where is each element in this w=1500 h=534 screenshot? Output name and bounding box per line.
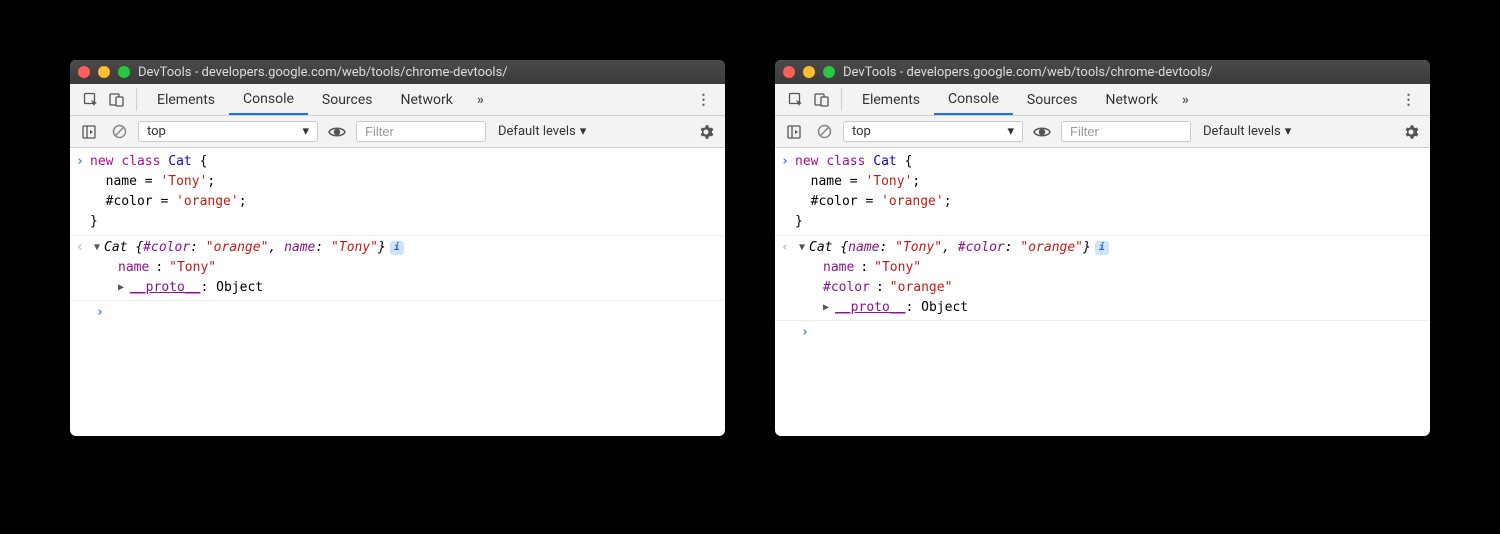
console-output-row: Cat {name: "Tony", #color: "orange"} i n… xyxy=(775,238,1430,319)
object-property[interactable]: #color: "orange" xyxy=(823,278,1420,298)
separator xyxy=(70,300,725,301)
object-proto[interactable]: __proto__: Object xyxy=(823,298,1420,318)
levels-label: Default levels xyxy=(498,124,576,139)
console-settings-icon[interactable] xyxy=(1400,121,1422,143)
close-button[interactable] xyxy=(783,66,795,78)
object-children: name: "Tony" #color: "orange" __proto__:… xyxy=(795,258,1420,318)
tab-network[interactable]: Network xyxy=(387,84,467,115)
titlebar: DevTools - developers.google.com/web/too… xyxy=(775,60,1430,84)
separator xyxy=(70,235,725,236)
filter-input[interactable] xyxy=(356,121,486,142)
separator xyxy=(775,235,1430,236)
filter-input[interactable] xyxy=(1061,121,1191,142)
chevron-down-icon: ▾ xyxy=(580,124,587,139)
console-settings-icon[interactable] xyxy=(695,121,717,143)
window-title: DevTools - developers.google.com/web/too… xyxy=(138,65,717,80)
chevron-down-icon: ▾ xyxy=(1007,124,1014,139)
object-proto[interactable]: __proto__: Object xyxy=(118,278,715,298)
live-expression-icon[interactable] xyxy=(326,121,348,143)
titlebar: DevTools - developers.google.com/web/too… xyxy=(70,60,725,84)
console-toolbar: top ▾ Default levels ▾ xyxy=(70,116,725,148)
inspect-icon[interactable] xyxy=(78,84,104,115)
tab-network[interactable]: Network xyxy=(1092,84,1172,115)
console-toolbar: top ▾ Default levels ▾ xyxy=(775,116,1430,148)
clear-console-icon[interactable] xyxy=(813,121,835,143)
clear-console-icon[interactable] xyxy=(108,121,130,143)
maximize-button[interactable] xyxy=(118,66,130,78)
context-selector[interactable]: top ▾ xyxy=(843,121,1023,142)
chevron-down-icon: ▾ xyxy=(1285,124,1292,139)
device-toggle-icon[interactable] xyxy=(104,84,130,115)
console-input-row: new class Cat { name = 'Tony'; #color = … xyxy=(775,152,1430,233)
console-prompt[interactable]: › xyxy=(70,303,725,323)
tab-sources[interactable]: Sources xyxy=(308,84,387,115)
divider xyxy=(841,88,842,111)
levels-label: Default levels xyxy=(1203,124,1281,139)
console-input-row: new class Cat { name = 'Tony'; #color = … xyxy=(70,152,725,233)
divider xyxy=(136,88,137,111)
more-options-icon[interactable]: ⋮ xyxy=(1394,92,1424,108)
disclosure-triangle-icon[interactable] xyxy=(799,240,805,256)
sidebar-toggle-icon[interactable] xyxy=(783,121,805,143)
console-body: new class Cat { name = 'Tony'; #color = … xyxy=(775,148,1430,436)
log-levels-selector[interactable]: Default levels ▾ xyxy=(1199,122,1295,141)
object-header[interactable]: Cat {name: "Tony", #color: "orange"} i xyxy=(795,238,1420,258)
info-icon[interactable]: i xyxy=(390,241,404,255)
log-levels-selector[interactable]: Default levels ▾ xyxy=(494,122,590,141)
tab-elements[interactable]: Elements xyxy=(848,84,934,115)
window-title: DevTools - developers.google.com/web/too… xyxy=(843,65,1422,80)
tabs: Elements Console Sources Network xyxy=(143,84,467,115)
tab-elements[interactable]: Elements xyxy=(143,84,229,115)
tab-sources[interactable]: Sources xyxy=(1013,84,1092,115)
tab-overflow[interactable]: » xyxy=(467,84,494,115)
tab-overflow[interactable]: » xyxy=(1172,84,1199,115)
minimize-button[interactable] xyxy=(803,66,815,78)
devtools-window-right: DevTools - developers.google.com/web/too… xyxy=(775,60,1430,436)
device-toggle-icon[interactable] xyxy=(809,84,835,115)
console-prompt[interactable]: › xyxy=(775,323,1430,343)
tab-console[interactable]: Console xyxy=(229,84,308,115)
minimize-button[interactable] xyxy=(98,66,110,78)
console-output-row: Cat {#color: "orange", name: "Tony"} i n… xyxy=(70,238,725,298)
inspect-icon[interactable] xyxy=(783,84,809,115)
disclosure-triangle-icon[interactable] xyxy=(94,240,100,256)
main-tabbar: Elements Console Sources Network » ⋮ xyxy=(775,84,1430,116)
context-label: top xyxy=(147,124,166,139)
live-expression-icon[interactable] xyxy=(1031,121,1053,143)
main-tabbar: Elements Console Sources Network » ⋮ xyxy=(70,84,725,116)
more-options-icon[interactable]: ⋮ xyxy=(689,92,719,108)
object-children: name: "Tony" __proto__: Object xyxy=(90,258,715,298)
maximize-button[interactable] xyxy=(823,66,835,78)
devtools-window-left: DevTools - developers.google.com/web/too… xyxy=(70,60,725,436)
traffic-lights xyxy=(783,66,835,78)
separator xyxy=(775,320,1430,321)
disclosure-triangle-icon[interactable] xyxy=(823,300,829,316)
disclosure-triangle-icon[interactable] xyxy=(118,280,124,296)
traffic-lights xyxy=(78,66,130,78)
chevron-down-icon: ▾ xyxy=(302,124,309,139)
tabs: Elements Console Sources Network xyxy=(848,84,1172,115)
object-header[interactable]: Cat {#color: "orange", name: "Tony"} i xyxy=(90,238,715,258)
context-selector[interactable]: top ▾ xyxy=(138,121,318,142)
sidebar-toggle-icon[interactable] xyxy=(78,121,100,143)
close-button[interactable] xyxy=(78,66,90,78)
info-icon[interactable]: i xyxy=(1095,241,1109,255)
object-property[interactable]: name: "Tony" xyxy=(118,258,715,278)
console-body: new class Cat { name = 'Tony'; #color = … xyxy=(70,148,725,436)
tab-console[interactable]: Console xyxy=(934,84,1013,115)
object-property[interactable]: name: "Tony" xyxy=(823,258,1420,278)
context-label: top xyxy=(852,124,871,139)
